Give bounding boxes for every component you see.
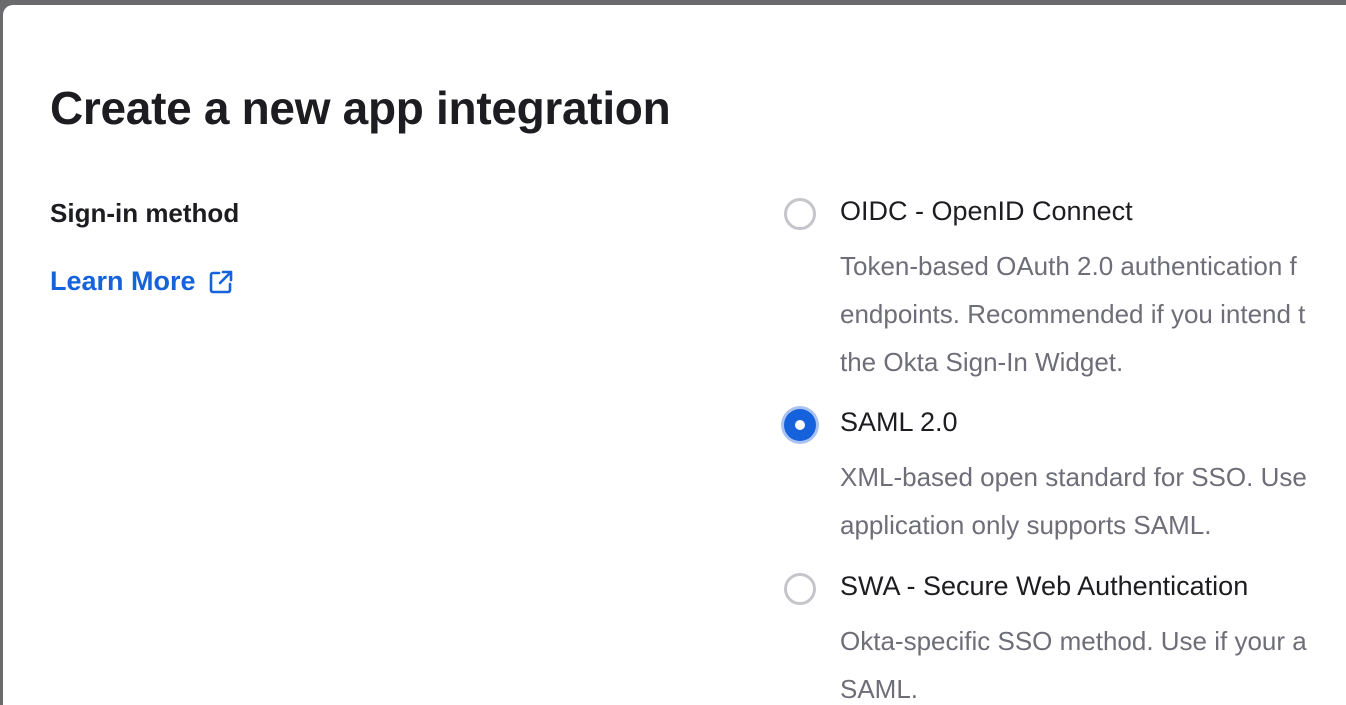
oidc-description-line: endpoints. Recommended if you intend t <box>840 299 1306 329</box>
saml-description-line: application only supports SAML. <box>840 510 1212 540</box>
external-link-icon <box>208 269 234 295</box>
dialog-title: Create a new app integration <box>50 82 671 134</box>
create-app-integration-dialog: Create a new app integration Sign-in met… <box>3 5 1346 705</box>
oidc-label[interactable]: OIDC - OpenID Connect <box>840 196 1133 227</box>
learn-more-link[interactable]: Learn More <box>50 266 234 297</box>
saml-description: XML-based open standard for SSO. Use app… <box>840 453 1346 549</box>
learn-more-label: Learn More <box>50 266 196 296</box>
swa-description-line: Okta-specific SSO method. Use if your a <box>840 626 1307 656</box>
swa-label[interactable]: SWA - Secure Web Authentication <box>840 571 1248 602</box>
oidc-description-line: Token-based OAuth 2.0 authentication f <box>840 251 1297 281</box>
oidc-description-line: the Okta Sign-In Widget. <box>840 347 1124 377</box>
saml-radio[interactable] <box>784 409 816 441</box>
saml-label[interactable]: SAML 2.0 <box>840 407 958 438</box>
swa-description-line: SAML. <box>840 674 919 704</box>
sign-in-method-label: Sign-in method <box>50 198 240 228</box>
swa-radio[interactable] <box>784 573 816 605</box>
oidc-description: Token-based OAuth 2.0 authentication f e… <box>840 242 1346 386</box>
saml-description-line: XML-based open standard for SSO. Use <box>840 462 1307 492</box>
oidc-radio[interactable] <box>784 198 816 230</box>
swa-description: Okta-specific SSO method. Use if your a … <box>840 617 1346 705</box>
